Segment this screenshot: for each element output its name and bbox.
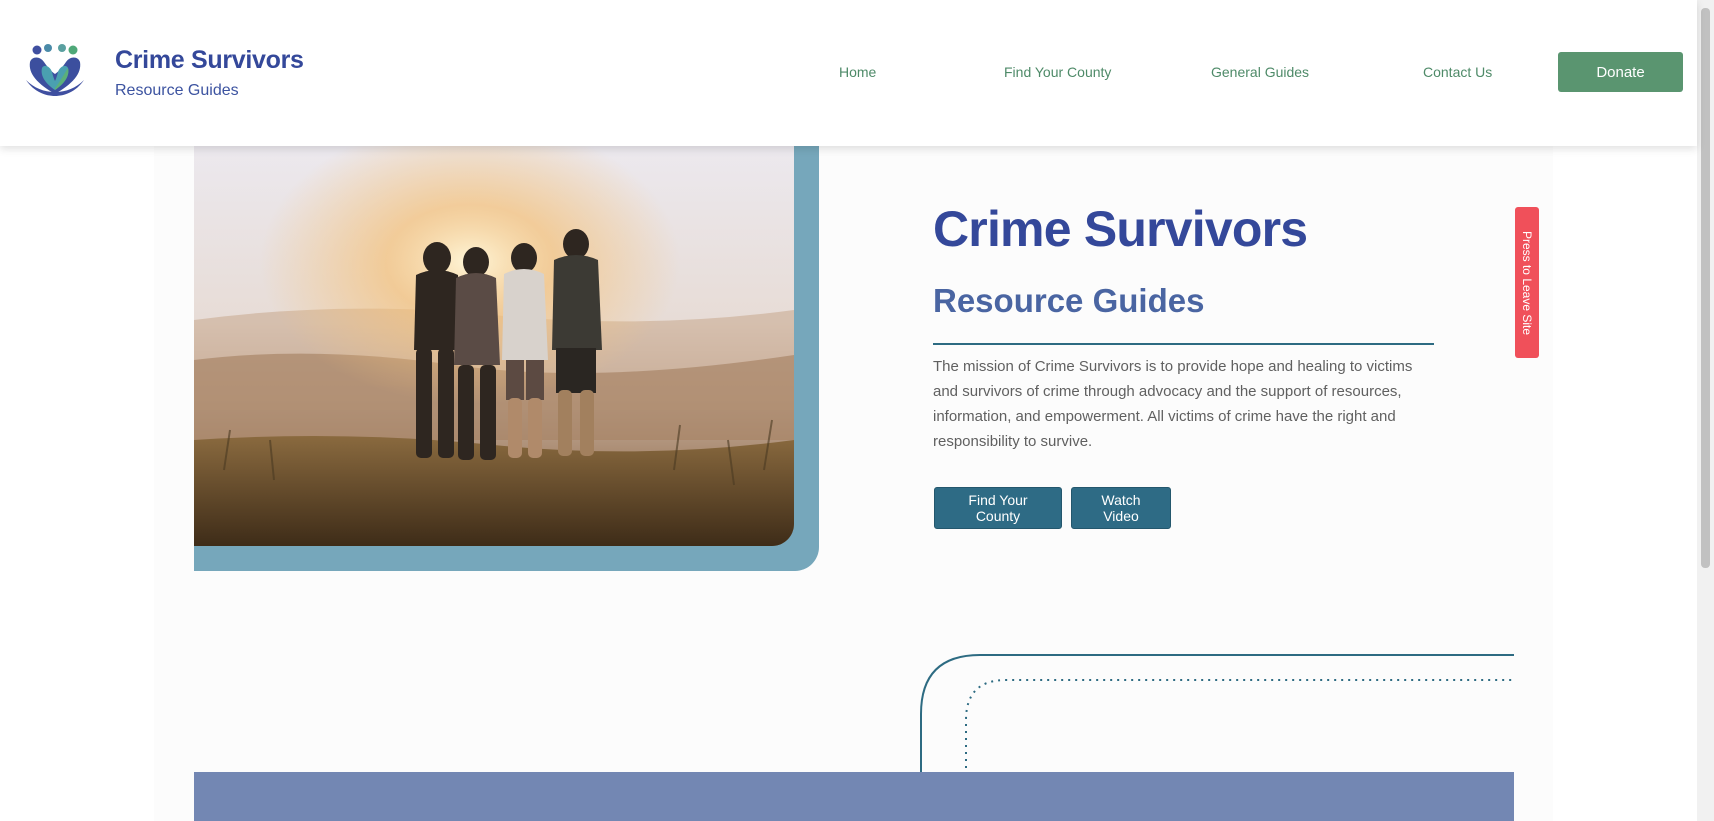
brand-title[interactable]: Crime Survivors: [115, 46, 304, 75]
hero-title: Crime Survivors: [933, 201, 1308, 257]
nav-general-guides-link[interactable]: General Guides: [1211, 64, 1309, 80]
leave-site-label: Press to Leave Site: [1520, 230, 1534, 335]
page-scrollbar[interactable]: [1697, 0, 1714, 821]
friends-sunset-photo: [194, 140, 794, 546]
hero-photo: [194, 140, 794, 546]
decorative-curve-lines: [920, 654, 1514, 775]
nav-contact-us-link[interactable]: Contact Us: [1423, 64, 1492, 80]
watch-video-button[interactable]: Watch Video: [1071, 487, 1171, 529]
donate-button[interactable]: Donate: [1558, 52, 1683, 92]
nav-home-link[interactable]: Home: [839, 64, 876, 80]
mission-description: The mission of Crime Survivors is to pro…: [933, 358, 1413, 450]
hero-divider: [933, 343, 1434, 345]
brand-subtitle[interactable]: Resource Guides: [115, 82, 239, 100]
site-header: Crime Survivors Resource Guides Home Fin…: [0, 0, 1697, 146]
next-section-banner: [194, 772, 1514, 821]
nav-find-your-county-link[interactable]: Find Your County: [1004, 64, 1111, 80]
find-your-county-button[interactable]: Find Your County: [934, 487, 1062, 529]
hero-subtitle: Resource Guides: [933, 282, 1205, 319]
leave-site-button[interactable]: Press to Leave Site: [1515, 207, 1539, 358]
heart-people-logo-icon[interactable]: [24, 44, 86, 98]
scrollbar-thumb[interactable]: [1701, 8, 1710, 568]
